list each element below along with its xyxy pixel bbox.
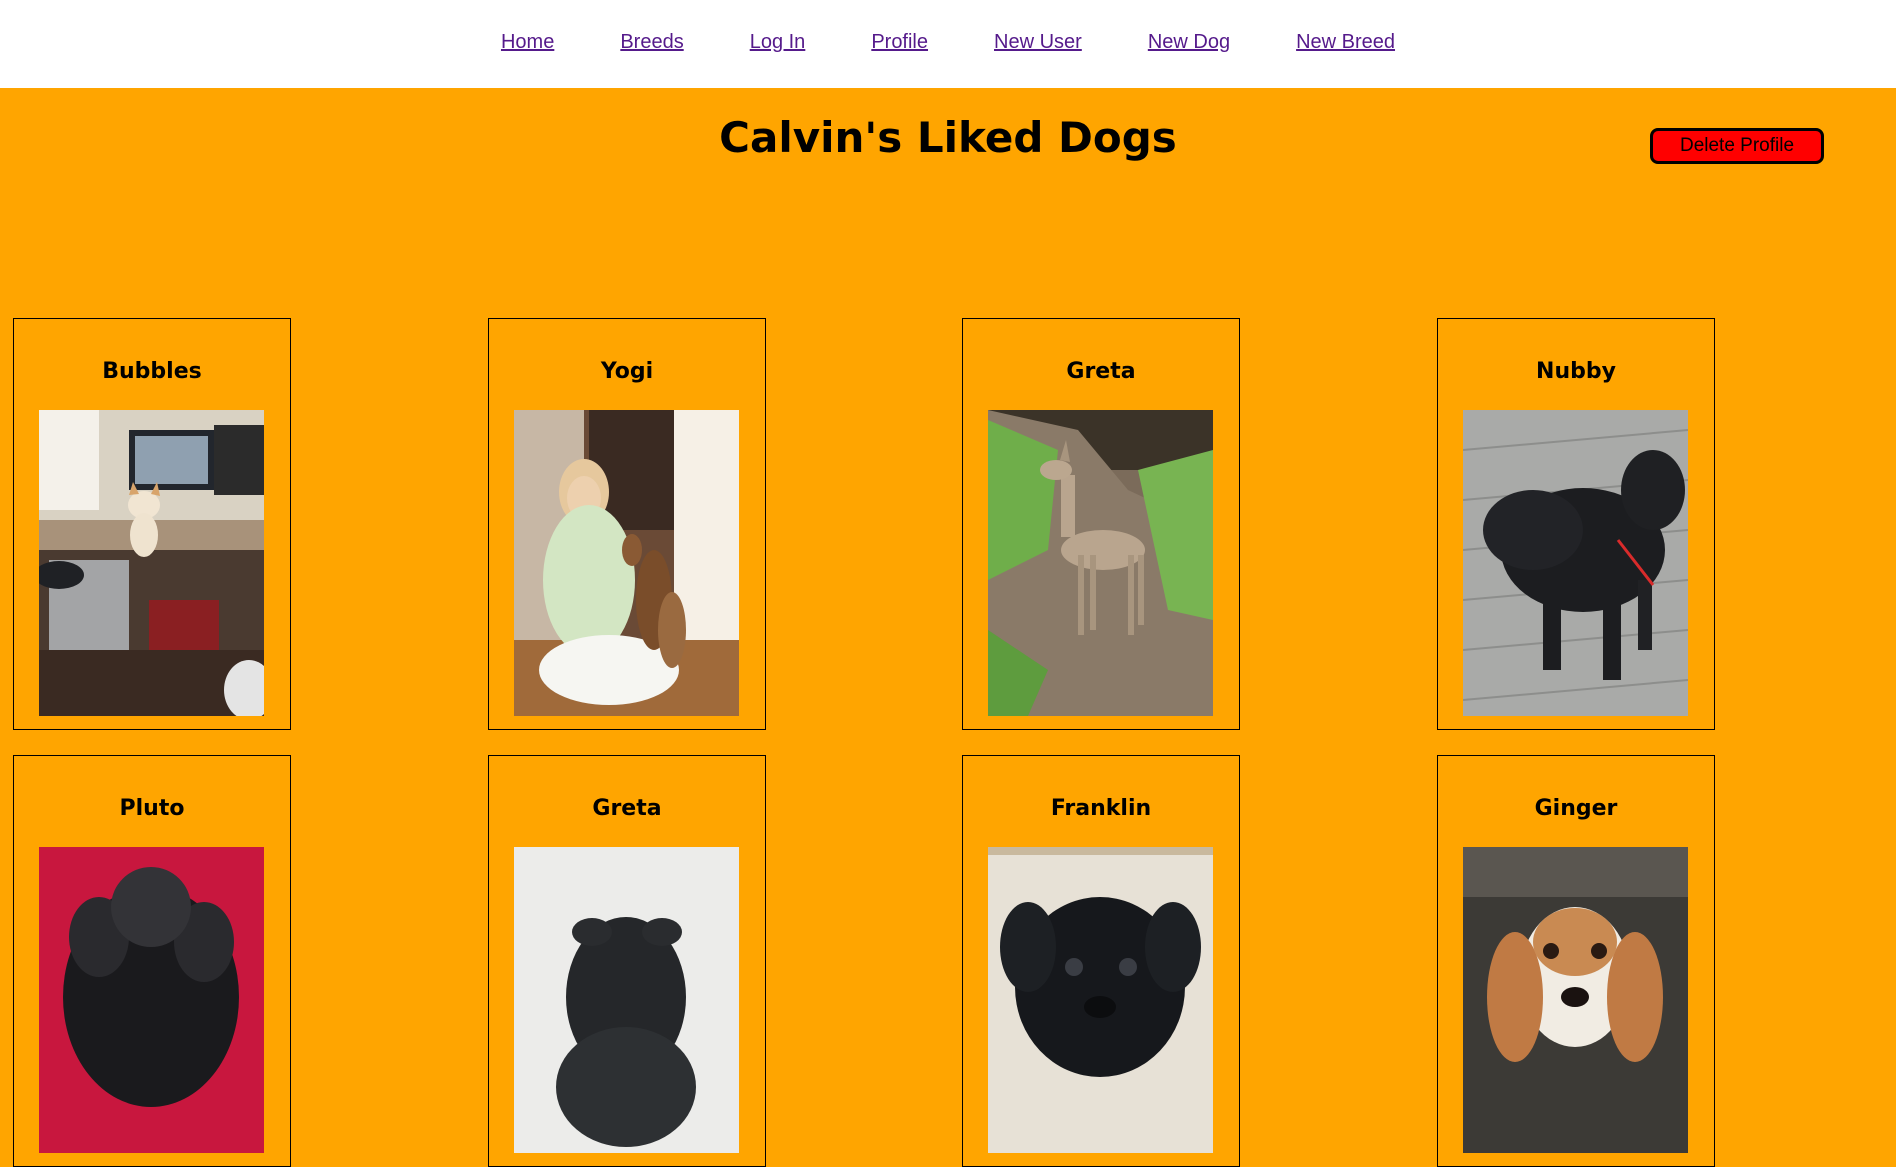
page-title: Calvin's Liked Dogs xyxy=(719,113,1177,162)
dog-photo xyxy=(988,410,1213,716)
dog-card[interactable]: Nubby xyxy=(1437,318,1715,730)
dog-name: Bubbles xyxy=(102,359,202,384)
dog-photo xyxy=(1463,410,1688,716)
dog-photo xyxy=(514,847,739,1153)
dog-name: Franklin xyxy=(1050,796,1152,821)
delete-profile-button[interactable]: Delete Profile xyxy=(1650,128,1824,164)
dog-photo xyxy=(514,410,739,716)
nav-link-new-breed[interactable]: New Breed xyxy=(1296,31,1395,54)
dog-photo xyxy=(988,847,1213,1153)
dog-card[interactable]: Yogi xyxy=(488,318,766,730)
dog-card[interactable]: Pluto xyxy=(13,755,291,1167)
dog-card[interactable]: Ginger xyxy=(1437,755,1715,1167)
nav-link-profile[interactable]: Profile xyxy=(871,31,928,54)
dog-name: Nubby xyxy=(1536,359,1616,384)
nav-link-log-in[interactable]: Log In xyxy=(750,31,806,54)
dog-name: Yogi xyxy=(600,359,654,384)
page-header: Calvin's Liked Dogs Delete Profile xyxy=(0,88,1896,203)
nav-link-new-user[interactable]: New User xyxy=(994,31,1082,54)
dog-photo xyxy=(1463,847,1688,1153)
dog-name: Pluto xyxy=(119,796,185,821)
dog-card[interactable]: Greta xyxy=(962,318,1240,730)
nav-link-new-dog[interactable]: New Dog xyxy=(1148,31,1230,54)
dog-card[interactable]: Greta xyxy=(488,755,766,1167)
dog-card[interactable]: Bubbles xyxy=(13,318,291,730)
dog-photo xyxy=(39,847,264,1153)
dog-photo xyxy=(39,410,264,716)
dog-card[interactable]: Franklin xyxy=(962,755,1240,1167)
dog-name: Greta xyxy=(592,796,662,821)
nav-link-home[interactable]: Home xyxy=(501,31,554,54)
dog-name: Ginger xyxy=(1534,796,1618,821)
nav-link-breeds[interactable]: Breeds xyxy=(620,31,683,54)
top-nav: Home Breeds Log In Profile New User New … xyxy=(0,0,1896,88)
dog-name: Greta xyxy=(1066,359,1136,384)
